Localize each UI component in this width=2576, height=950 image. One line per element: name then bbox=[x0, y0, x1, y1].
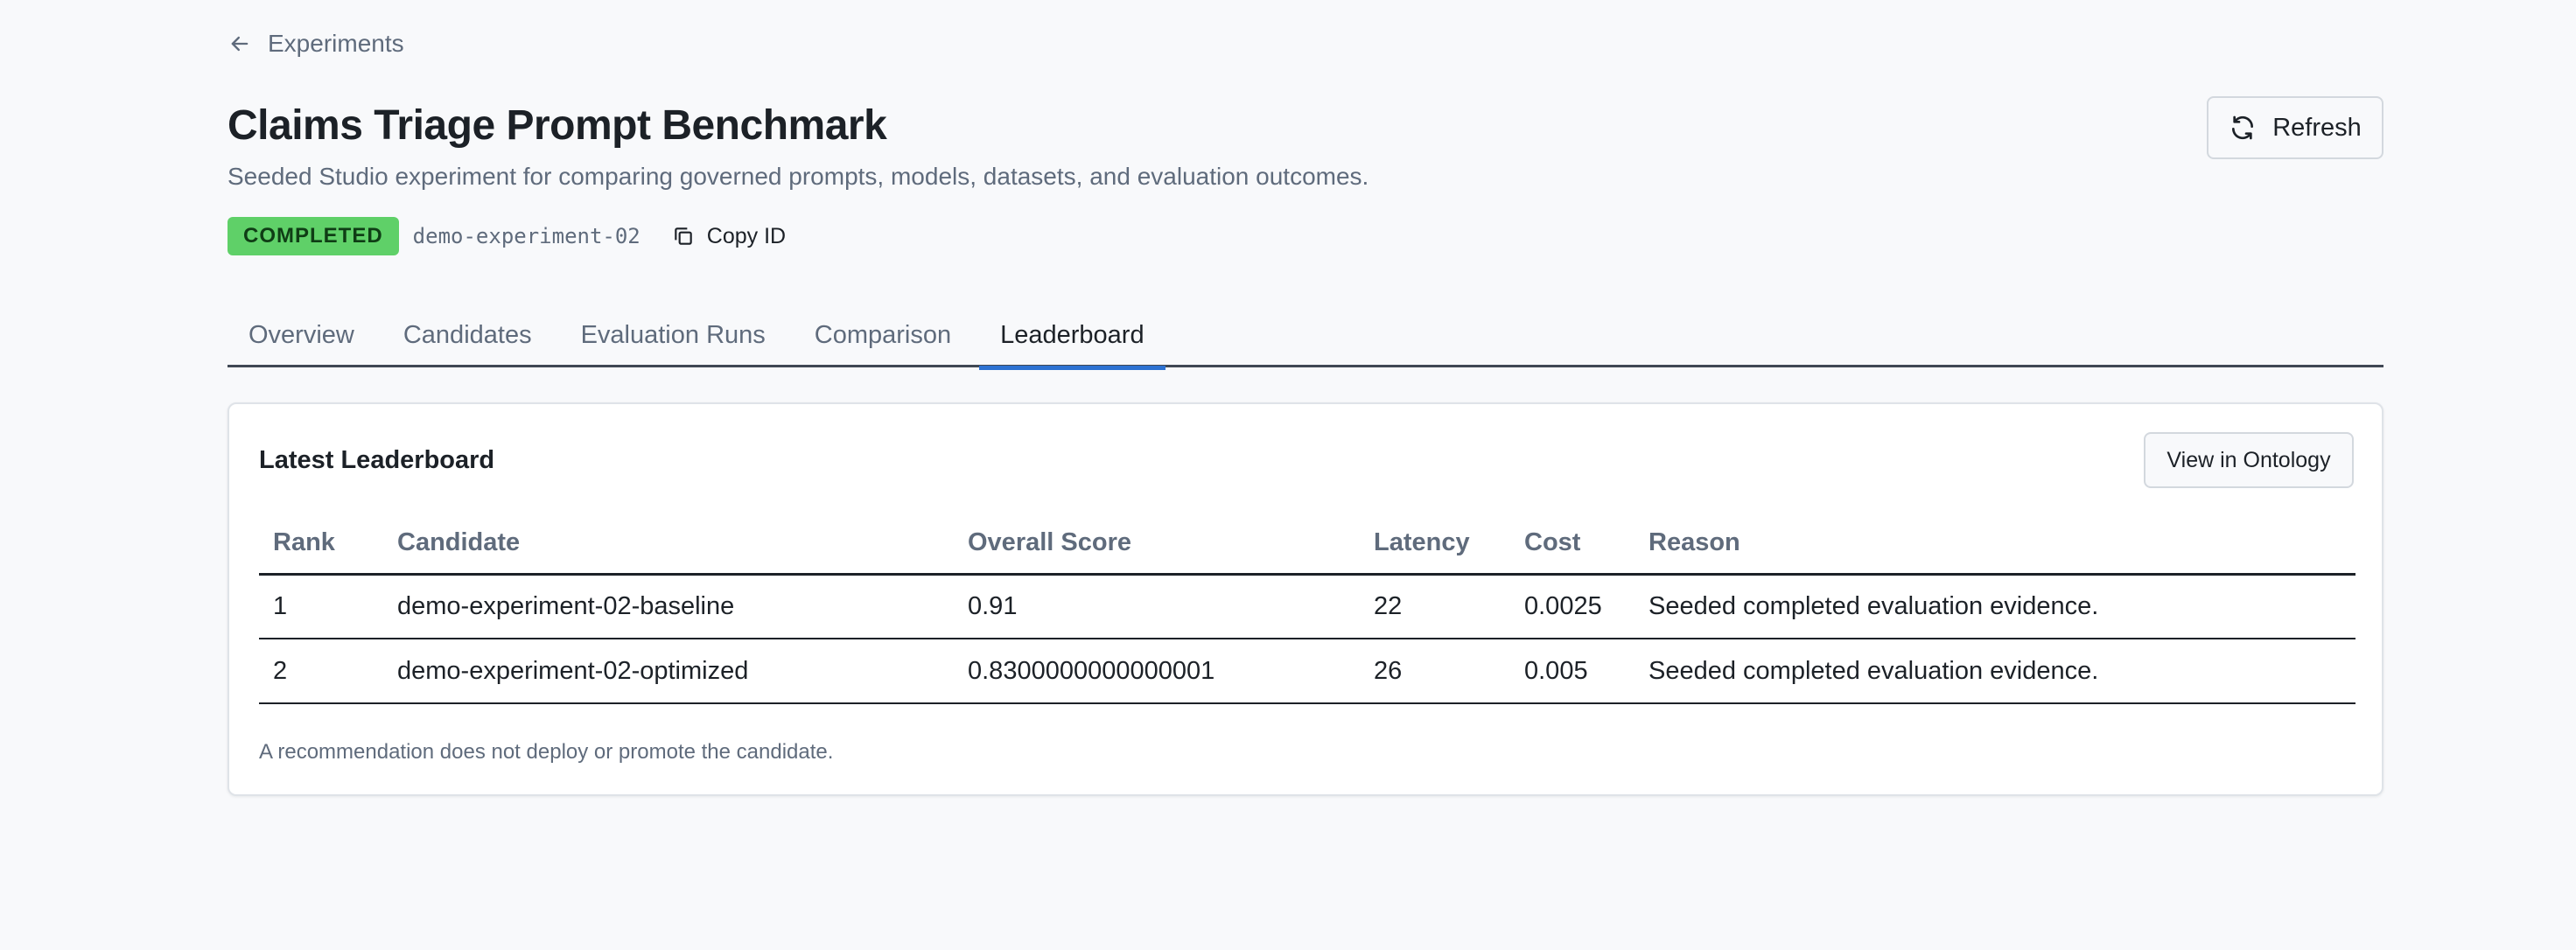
experiment-tabs: Overview Candidates Evaluation Runs Comp… bbox=[228, 303, 2384, 370]
tab-overview[interactable]: Overview bbox=[228, 303, 375, 367]
cell-overall-score: 0.8300000000000001 bbox=[954, 639, 1360, 704]
cell-overall-score: 0.91 bbox=[954, 574, 1360, 639]
back-link-label: Experiments bbox=[268, 30, 404, 57]
refresh-label: Refresh bbox=[2272, 113, 2362, 142]
column-header-cost: Cost bbox=[1510, 513, 1634, 576]
cell-candidate: demo-experiment-02-optimized bbox=[383, 639, 954, 704]
copy-id-button[interactable]: Copy ID bbox=[672, 224, 786, 249]
column-header-overall-score: Overall Score bbox=[954, 513, 1360, 576]
table-header-row: Rank Candidate Overall Score Latency Cos… bbox=[259, 513, 2356, 576]
leaderboard-note: A recommendation does not deploy or prom… bbox=[259, 740, 834, 764]
tab-leaderboard[interactable]: Leaderboard bbox=[979, 303, 1166, 370]
cell-cost: 0.005 bbox=[1510, 639, 1634, 704]
leaderboard-table: Rank Candidate Overall Score Latency Cos… bbox=[259, 513, 2356, 704]
tab-evaluation-runs[interactable]: Evaluation Runs bbox=[560, 303, 787, 367]
cell-latency: 22 bbox=[1360, 574, 1510, 639]
back-to-experiments-link[interactable]: Experiments bbox=[228, 26, 404, 61]
view-in-ontology-button[interactable]: View in Ontology bbox=[2144, 432, 2354, 488]
status-badge: COMPLETED bbox=[228, 217, 399, 255]
cell-rank: 2 bbox=[259, 639, 383, 704]
refresh-button[interactable]: Refresh bbox=[2207, 96, 2384, 159]
cell-candidate: demo-experiment-02-baseline bbox=[383, 574, 954, 639]
page-subtitle: Seeded Studio experiment for comparing g… bbox=[228, 163, 1369, 190]
cell-rank: 1 bbox=[259, 574, 383, 639]
tab-candidates[interactable]: Candidates bbox=[382, 303, 553, 367]
column-header-rank: Rank bbox=[259, 513, 383, 576]
column-header-latency: Latency bbox=[1360, 513, 1510, 576]
cell-cost: 0.0025 bbox=[1510, 574, 1634, 639]
experiment-meta: COMPLETED demo-experiment-02 Copy ID bbox=[228, 217, 786, 255]
table-row: 1 demo-experiment-02-baseline 0.91 22 0.… bbox=[259, 574, 2356, 639]
table-row: 2 demo-experiment-02-optimized 0.8300000… bbox=[259, 639, 2356, 704]
copy-id-label: Copy ID bbox=[706, 223, 787, 248]
column-header-reason: Reason bbox=[1634, 513, 2356, 576]
leaderboard-title: Latest Leaderboard bbox=[259, 446, 495, 474]
cell-reason: Seeded completed evaluation evidence. bbox=[1634, 639, 2356, 704]
leaderboard-card: Latest Leaderboard View in Ontology Rank… bbox=[228, 402, 2384, 796]
arrow-left-icon bbox=[231, 36, 248, 52]
refresh-icon bbox=[2232, 115, 2254, 140]
tab-comparison[interactable]: Comparison bbox=[794, 303, 972, 367]
experiment-id: demo-experiment-02 bbox=[412, 224, 640, 248]
cell-reason: Seeded completed evaluation evidence. bbox=[1634, 574, 2356, 639]
page-title: Claims Triage Prompt Benchmark bbox=[228, 102, 887, 149]
column-header-candidate: Candidate bbox=[383, 513, 954, 576]
experiment-page: Experiments Claims Triage Prompt Benchma… bbox=[228, 0, 2384, 950]
copy-icon bbox=[675, 227, 692, 245]
cell-latency: 26 bbox=[1360, 639, 1510, 704]
